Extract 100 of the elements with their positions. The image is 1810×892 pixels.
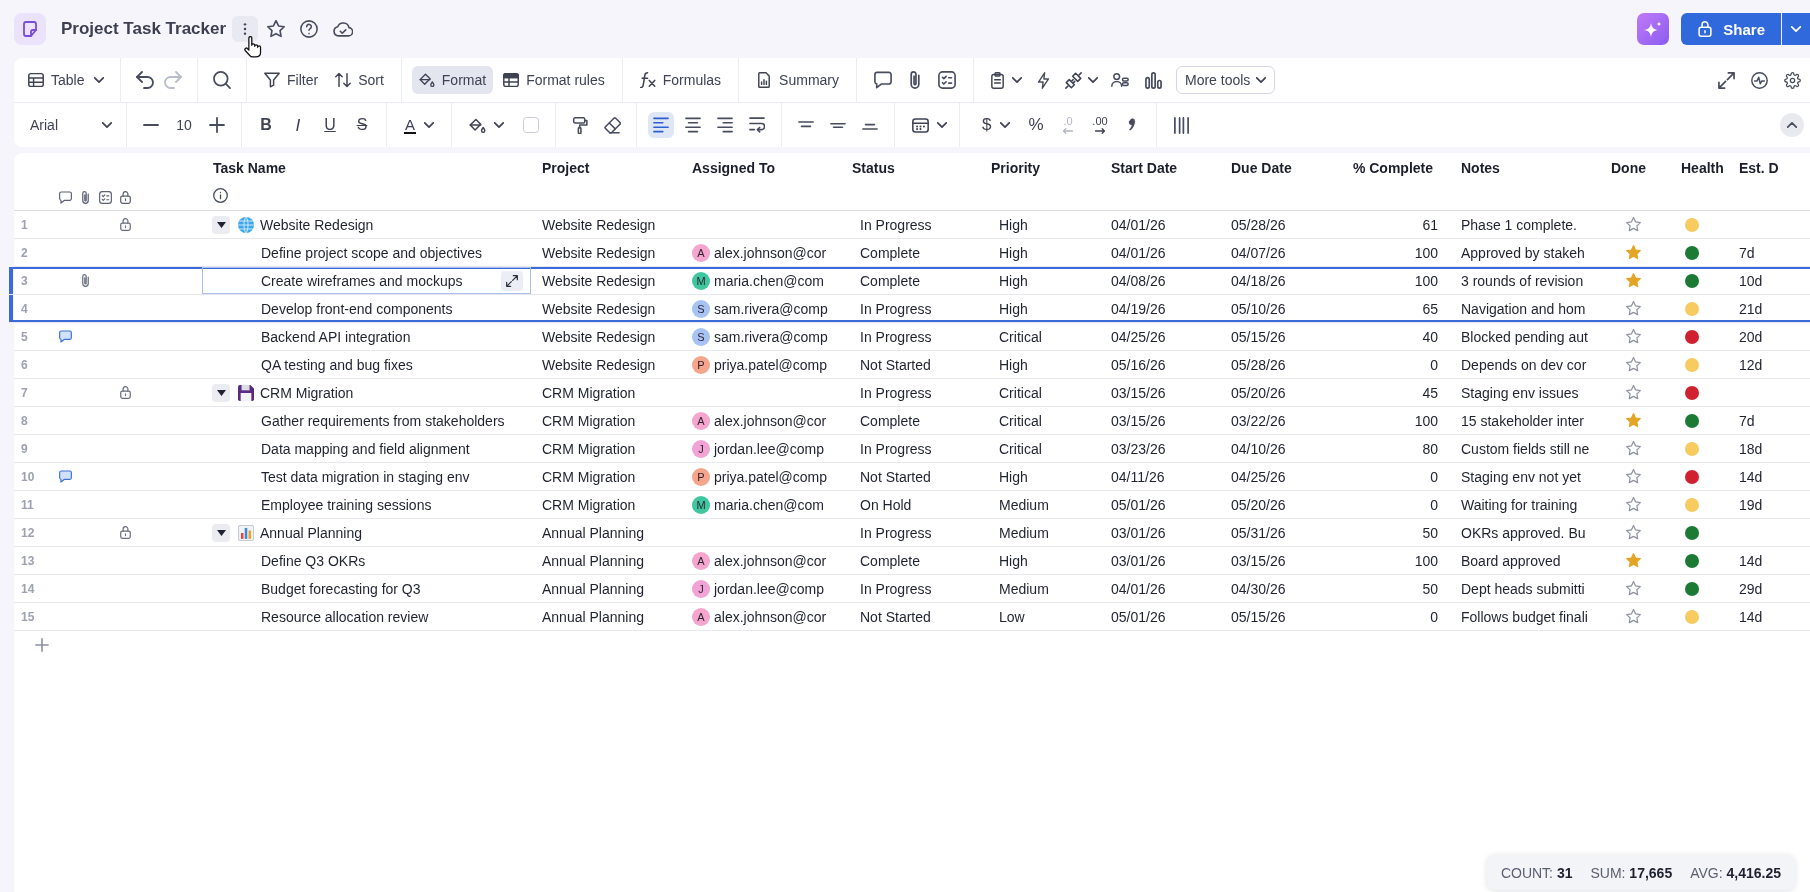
collapse-toggle[interactable] (212, 215, 230, 234)
increase-decimals-button[interactable]: .00 (1086, 111, 1114, 139)
table-row[interactable]: 7 CRM Migration CRM Migration In Progress Critical 03/15/26 05/20/26 45 Staging env issues (14, 379, 1810, 407)
summary-button[interactable]: Summary (749, 66, 846, 94)
collapse-toolbar-button[interactable] (1780, 113, 1804, 137)
star-icon[interactable] (1626, 245, 1641, 260)
priority-text: High (999, 216, 1028, 233)
font-select[interactable]: Arial (22, 111, 118, 139)
table-row[interactable]: 1 Website Redesign Website Redesign In Progress High 04/01/26 05/28/26 61 Phase 1 complete. (14, 211, 1810, 239)
table-row[interactable]: 15 Resource allocation review Annual Planning A alex.johnson@cor Not Started Low 05/01/26 05/15/26 0 Follows budget finali 14d (14, 603, 1810, 631)
format-button[interactable]: Format (411, 66, 494, 94)
note-text: 3 rounds of revision (1461, 272, 1584, 289)
paint-roller-icon[interactable] (571, 116, 589, 134)
color-swatch-icon[interactable] (523, 117, 539, 133)
info-icon[interactable] (213, 188, 228, 203)
table-row[interactable]: 13 Define Q3 OKRs Annual Planning A alex.johnson@cor Complete High 03/01/26 03/15/26 100 Board approved 14d (14, 547, 1810, 575)
expand-icon[interactable] (1718, 71, 1735, 89)
assignee-email: maria.chen@com (714, 272, 824, 289)
star-icon[interactable] (1626, 525, 1641, 540)
percent-format-button[interactable]: % (1022, 111, 1050, 139)
formulas-button[interactable]: Formulas (632, 66, 729, 94)
estimate-text: 14d (1739, 608, 1763, 625)
table-row[interactable]: 5 Backend API integration Website Redesign S sam.rivera@comp In Progress Critical 04/25/26 05/15/26 40 Blocked pending aut 20d (14, 323, 1810, 351)
columns-icon[interactable] (1172, 116, 1190, 134)
italic-button[interactable]: I (284, 111, 312, 139)
star-icon[interactable] (1626, 329, 1641, 344)
column-header: Assigned To (692, 159, 775, 177)
collapse-toggle[interactable] (212, 523, 230, 542)
status-text: Not Started (860, 356, 931, 373)
star-icon[interactable] (1626, 497, 1641, 512)
share-menu-button[interactable] (1782, 13, 1810, 45)
text-color-button[interactable]: A (395, 111, 443, 139)
globe-icon (238, 216, 254, 233)
checklist-icon[interactable] (938, 71, 956, 89)
star-icon[interactable] (1626, 413, 1641, 428)
column-header: Done (1611, 159, 1646, 177)
table-row[interactable]: 9 Data mapping and field alignment CRM Migration J jordan.lee@comp In Progress Critical 03/23/26 04/10/26 80 Custom fields still ne 18d (14, 435, 1810, 463)
more-tools-button[interactable]: More tools (1176, 66, 1276, 94)
star-icon[interactable] (1626, 385, 1641, 400)
format-rules-button[interactable]: Format rules (496, 66, 612, 94)
comment-icon[interactable] (58, 470, 72, 483)
table-row[interactable]: 14 Budget forecasting for Q3 Annual Planning J jordan.lee@comp In Progress Medium 04/01/26 04/30/26 50 Dept heads submitti 29d (14, 575, 1810, 603)
strikethrough-button[interactable]: S (348, 111, 376, 139)
assignee-avatar: A (692, 411, 710, 430)
row-number: 3 (20, 273, 29, 288)
plus-icon[interactable] (209, 117, 225, 133)
align-left-button[interactable] (648, 112, 674, 138)
cloud-check-icon[interactable] (333, 21, 354, 37)
table-row[interactable]: 6 QA testing and bug fixes Website Redesign P priya.patel@comp Not Started High 05/16/26 05/28/26 0 Depends on dev cor 12d (14, 351, 1810, 379)
share-button[interactable]: Share (1681, 13, 1781, 45)
bar-chart-icon[interactable] (1145, 71, 1162, 89)
star-icon[interactable] (1626, 217, 1641, 232)
bold-button[interactable]: B (252, 111, 280, 139)
eraser-icon[interactable] (603, 116, 621, 134)
star-icon[interactable] (1626, 609, 1641, 624)
activity-icon[interactable] (1751, 71, 1768, 89)
search-icon[interactable] (213, 71, 231, 89)
table-row[interactable]: 10 Test data migration in staging env CRM Migration P priya.patel@comp Not Started High 04/11/26 04/25/26 0 Staging env not yet 14d (14, 463, 1810, 491)
comma-icon[interactable] (1128, 118, 1136, 132)
collapse-toggle[interactable] (212, 383, 230, 402)
underline-button[interactable]: U (316, 111, 344, 139)
currency-format-button[interactable]: $ (968, 111, 1020, 139)
help-icon[interactable] (300, 20, 319, 38)
star-icon[interactable] (1626, 553, 1641, 568)
note-text: Navigation and hom (1461, 300, 1586, 317)
settings-icon[interactable] (1784, 71, 1801, 89)
table-row[interactable]: 2 Define project scope and objectives Website Redesign A alex.johnson@cor Complete High 04/01/26 04/07/26 100 Approved by stakeh 7d (14, 239, 1810, 267)
table-row[interactable]: 4 Develop front-end components Website Redesign S sam.rivera@comp In Progress High 04/19/26 05/10/26 65 Navigation and hom 21d (9, 295, 1810, 323)
star-icon[interactable] (1626, 469, 1641, 484)
wrap-text-icon (749, 117, 765, 133)
active-cell[interactable]: Create wireframes and mockups (202, 267, 531, 294)
filter-button[interactable]: Filter (257, 66, 326, 94)
star-icon[interactable] (1626, 441, 1641, 456)
star-icon[interactable] (267, 20, 286, 38)
comment-icon[interactable] (874, 71, 892, 89)
view-switcher[interactable]: Table (22, 66, 110, 94)
project-name: CRM Migration (542, 440, 636, 457)
user-list-icon[interactable] (1111, 71, 1129, 89)
table-row[interactable]: 3 Create wireframes and mockups Website Redesign M maria.chen@com Complete High 04/08/26 04/18/26 100 3 rounds of revision 10d (9, 267, 1810, 295)
note-text: Phase 1 complete. (1461, 216, 1577, 233)
table-row[interactable]: 12 Annual Planning Annual Planning In Progress Medium 03/01/26 05/31/26 50 OKRs approved. Bu (14, 519, 1810, 547)
paint-bucket-icon (418, 72, 435, 88)
star-icon[interactable] (1626, 301, 1641, 316)
undo-icon[interactable] (136, 71, 154, 89)
estimate-text: 14d (1739, 552, 1763, 569)
assignee-email: priya.patel@comp (714, 356, 828, 373)
bolt-icon[interactable] (1035, 71, 1052, 89)
star-icon[interactable] (1626, 581, 1641, 596)
star-icon[interactable] (1626, 273, 1641, 288)
table-row[interactable]: 8 Gather requirements from stakeholders CRM Migration A alex.johnson@cor Complete Critical 03/15/26 03/22/26 100 15 stakeholder inter 7d (14, 407, 1810, 435)
table-row[interactable]: 11 Employee training sessions CRM Migration M maria.chen@com On Hold Medium 05/01/26 05/20/26 0 Waiting for training 19d (14, 491, 1810, 519)
expand-cell-button[interactable] (501, 270, 523, 291)
star-icon[interactable] (1626, 357, 1641, 372)
assistant-button[interactable] (1637, 13, 1670, 45)
font-size-field[interactable]: 10 (167, 117, 201, 133)
comment-icon[interactable] (58, 330, 72, 343)
sort-button[interactable]: Sort (328, 66, 391, 94)
assignee-avatar: A (692, 607, 710, 626)
priority-text: Medium (999, 496, 1049, 513)
percent-complete: 0 (1430, 356, 1438, 373)
